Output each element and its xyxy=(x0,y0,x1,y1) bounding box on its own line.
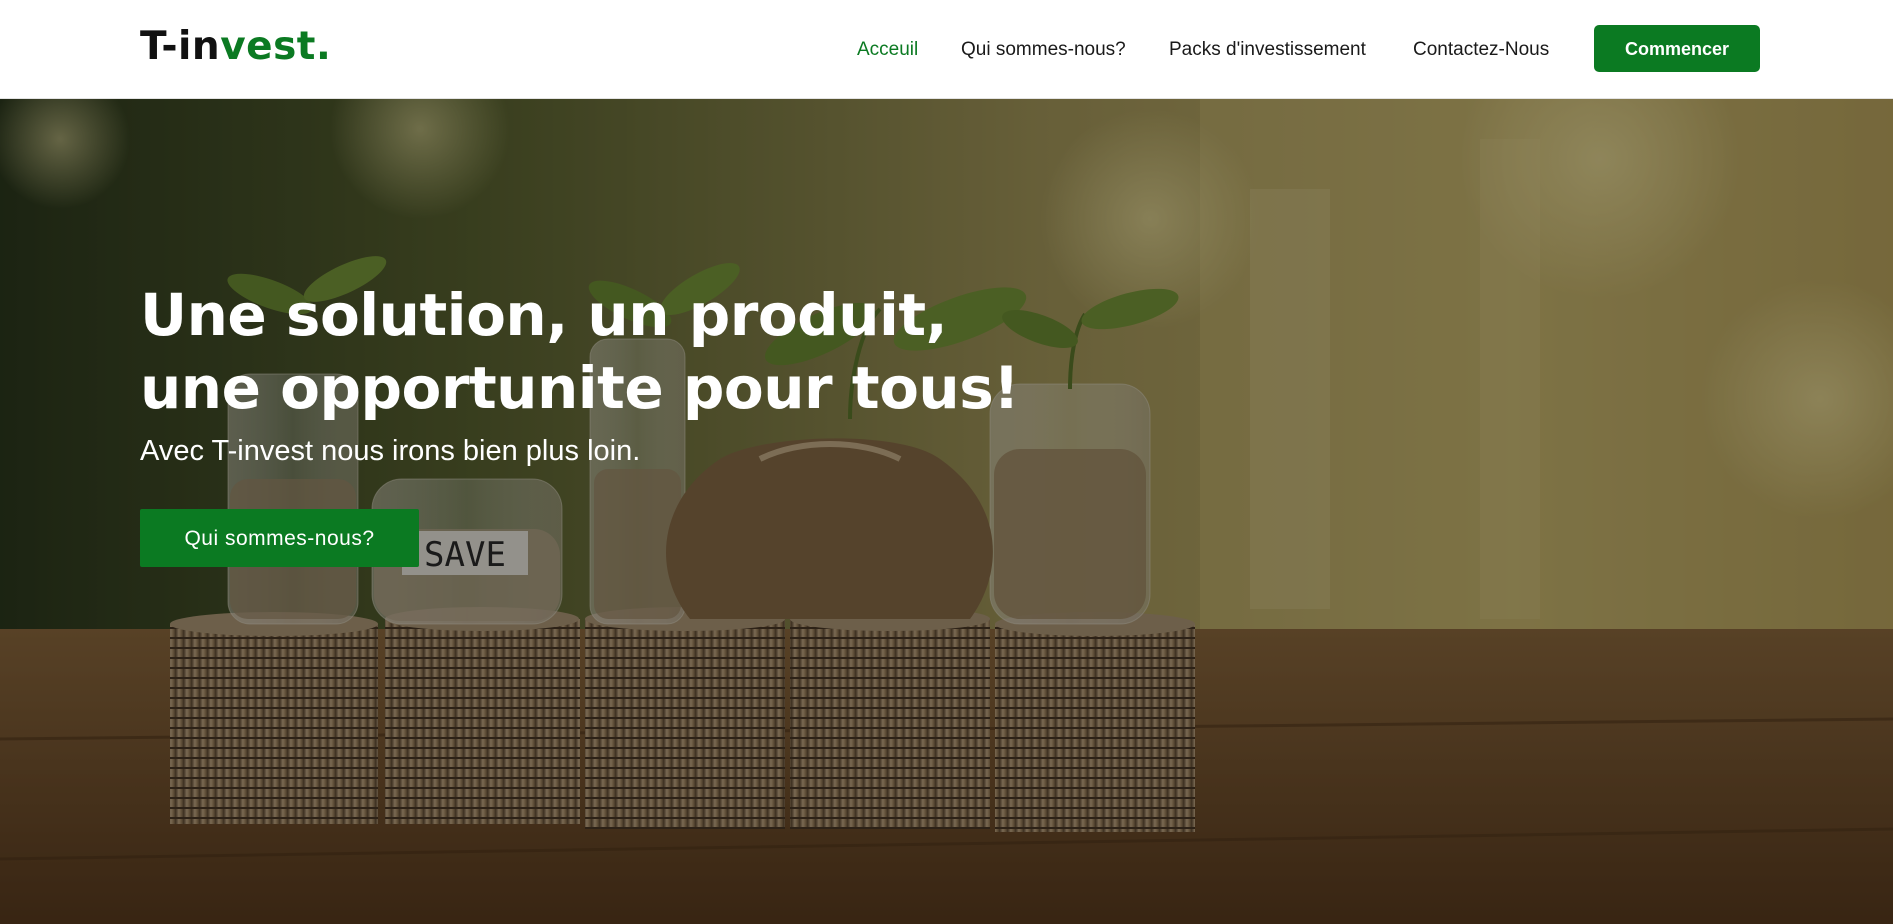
nav-link-qui-sommes-nous[interactable]: Qui sommes-nous? xyxy=(961,36,1126,64)
hero-subtitle: Avec T-invest nous irons bien plus loin. xyxy=(140,435,641,467)
qui-sommes-nous-button[interactable]: Qui sommes-nous? xyxy=(140,509,419,567)
hero-section: SAVE Une solution, un produit, une oppor… xyxy=(0,99,1893,924)
nav-link-contactez-nous[interactable]: Contactez-Nous xyxy=(1413,36,1549,64)
commencer-button[interactable]: Commencer xyxy=(1594,25,1760,72)
hero-title: Une solution, un produit, une opportunit… xyxy=(140,279,1020,425)
hero-title-line-2: une opportunite pour tous! xyxy=(140,354,1020,422)
site-header: T-invest. Acceuil Qui sommes-nous? Packs… xyxy=(0,0,1893,99)
nav-link-acceuil[interactable]: Acceuil xyxy=(857,36,918,64)
nav-link-packs-investissement[interactable]: Packs d'investissement xyxy=(1169,36,1366,64)
hero-title-line-1: Une solution, un produit, xyxy=(140,281,948,349)
